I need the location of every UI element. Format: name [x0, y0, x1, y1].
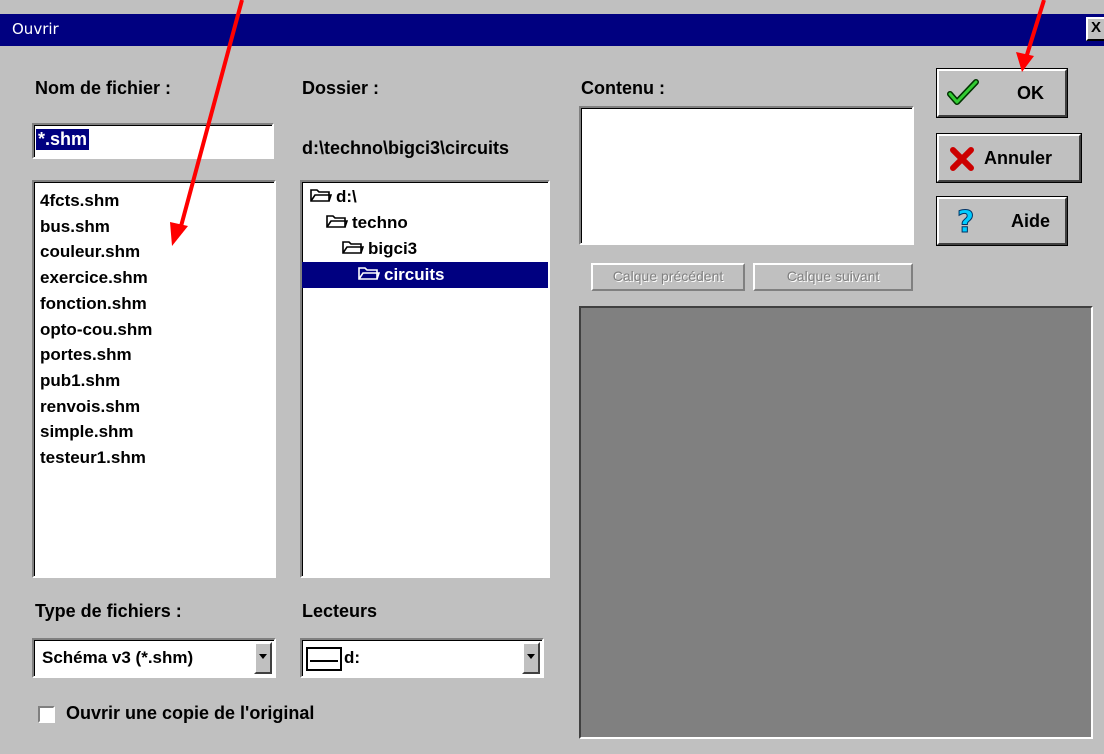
- file-list-item[interactable]: testeur1.shm: [34, 445, 274, 471]
- folder-icon: [358, 263, 381, 289]
- folder-path: d:\techno\bigci3\circuits: [302, 138, 510, 158]
- folder-tree-item[interactable]: bigci3: [302, 236, 548, 262]
- ok-label: OK: [1017, 83, 1044, 103]
- preview-panel: [579, 306, 1093, 739]
- help-button[interactable]: ? Aide: [936, 196, 1068, 246]
- close-button[interactable]: X: [1086, 17, 1104, 41]
- folder-tree-item[interactable]: circuits: [302, 262, 548, 288]
- folder-tree-item[interactable]: d:\: [302, 184, 548, 210]
- folder-icon: [326, 211, 349, 237]
- file-list-item[interactable]: exercice.shm: [34, 265, 274, 291]
- file-list-item[interactable]: portes.shm: [34, 342, 274, 368]
- folder-label: Dossier :: [302, 78, 380, 98]
- filetype-select[interactable]: Schéma v3 (*.shm): [32, 638, 276, 678]
- file-list[interactable]: 4fcts.shm bus.shm couleur.shm exercice.shm f…: [32, 180, 276, 578]
- question-icon: ?: [957, 205, 975, 237]
- filetype-value: Schéma v3 (*.shm): [42, 648, 194, 667]
- folder-tree-item[interactable]: techno: [302, 210, 548, 236]
- folder-icon: [342, 237, 365, 263]
- folder-icon: [310, 185, 333, 211]
- folder-label: techno: [352, 213, 408, 232]
- cancel-button[interactable]: Annuler: [936, 133, 1082, 183]
- folder-label: bigci3: [368, 239, 418, 258]
- file-list-item[interactable]: renvois.shm: [34, 394, 274, 420]
- svg-text:?: ?: [957, 205, 974, 237]
- filename-label: Nom de fichier :: [35, 78, 172, 98]
- file-list-item[interactable]: 4fcts.shm: [34, 188, 274, 214]
- folder-label: circuits: [384, 265, 445, 284]
- title-bar: Ouvrir: [0, 14, 1104, 46]
- drive-select[interactable]: d:: [300, 638, 544, 678]
- file-list-item[interactable]: bus.shm: [34, 214, 274, 240]
- chevron-down-icon[interactable]: [522, 642, 540, 674]
- open-dialog: Ouvrir X Nom de fichier : Dossier : Cont…: [0, 0, 1104, 754]
- filename-value: *.shm: [36, 129, 90, 150]
- check-icon: [947, 79, 979, 105]
- dialog-title: Ouvrir: [12, 20, 59, 38]
- copy-checkbox-label: Ouvrir une copie de l'original: [66, 703, 315, 723]
- content-label: Contenu :: [581, 78, 665, 98]
- folder-tree[interactable]: d:\ techno bigci3 circuits: [300, 180, 550, 578]
- next-layer-button[interactable]: Calque suivant: [753, 263, 913, 291]
- drive-icon: [306, 647, 342, 671]
- file-list-item[interactable]: opto-cou.shm: [34, 317, 274, 343]
- filetype-label: Type de fichiers :: [35, 601, 182, 621]
- cancel-label: Annuler: [984, 148, 1053, 168]
- drives-label: Lecteurs: [302, 601, 378, 621]
- folder-label: d:\: [336, 187, 357, 206]
- drive-value: d:: [344, 648, 361, 667]
- chevron-down-icon[interactable]: [254, 642, 272, 674]
- file-list-item[interactable]: fonction.shm: [34, 291, 274, 317]
- copy-checkbox[interactable]: [38, 706, 55, 723]
- content-box: [579, 106, 914, 245]
- ok-button[interactable]: OK: [936, 68, 1068, 118]
- help-label: Aide: [1011, 211, 1051, 231]
- prev-layer-button[interactable]: Calque précédent: [591, 263, 745, 291]
- filename-input[interactable]: *.shm: [32, 123, 274, 159]
- file-list-item[interactable]: pub1.shm: [34, 368, 274, 394]
- x-icon: [950, 147, 974, 171]
- file-list-item[interactable]: couleur.shm: [34, 239, 274, 265]
- file-list-item[interactable]: simple.shm: [34, 419, 274, 445]
